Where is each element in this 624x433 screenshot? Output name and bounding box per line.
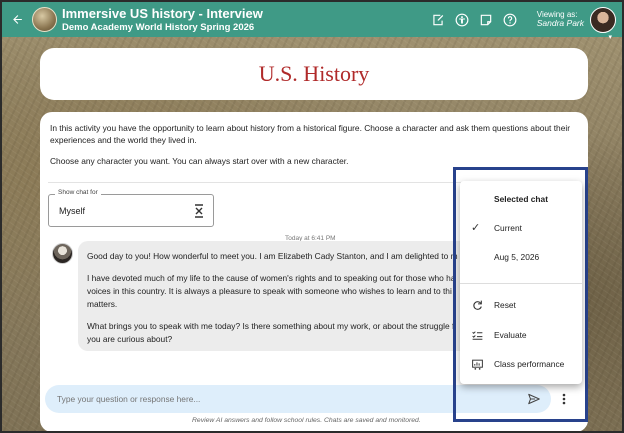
select-value: Myself (59, 206, 86, 216)
course-name: Demo Academy World History Spring 2026 (62, 21, 255, 33)
menu-divider (460, 283, 582, 284)
menu-item-label: Reset (494, 300, 516, 310)
accessibility-icon (455, 13, 469, 26)
unfold-icon (195, 204, 203, 218)
character-avatar (52, 243, 73, 264)
viewing-as: Viewing as: Sandra Park (537, 10, 584, 29)
viewing-as-name: Sandra Park (536, 18, 584, 29)
sticky-note-icon (480, 14, 491, 25)
message-line: I have devoted much of my life to the ca… (87, 273, 456, 283)
disclaimer: Review AI answers and follow school rule… (192, 417, 421, 424)
menu-item-label: Aug 5, 2026 (494, 252, 540, 262)
message-line: voices in this country. It is always a p… (87, 286, 452, 296)
menu-item-reset[interactable]: Reset (460, 295, 582, 317)
top-bar: Immersive US history - Interview Demo Ac… (2, 2, 622, 41)
check-icon: ✓ (471, 222, 481, 234)
select-legend: Show chat for (55, 189, 101, 196)
menu-item-aug-5[interactable]: Aug 5, 2026 (460, 247, 582, 269)
show-chat-for-select[interactable]: Show chat for Myself (48, 189, 214, 227)
intro-paragraph: Choose any character you want. You can a… (50, 156, 349, 167)
reset-icon (473, 300, 482, 310)
chat-message-bubble: Good day to you! How wonderful to meet y… (78, 241, 472, 351)
menu-item-evaluate[interactable]: Evaluate (460, 325, 582, 347)
menu-item-label: Current (494, 223, 522, 233)
app-frame: Immersive US history - Interview Demo Ac… (0, 0, 624, 433)
page-title: U.S. History (258, 61, 370, 86)
back-button[interactable] (2, 2, 32, 37)
app-title: Immersive US history - Interview (62, 6, 263, 21)
header-actions (431, 13, 517, 27)
selected-chat-menu: Selected chat ✓ Current Aug 5, 2026 Rese… (460, 181, 582, 384)
course-avatar (32, 7, 57, 32)
menu-item-current[interactable]: ✓ Current (460, 218, 582, 240)
chat-input[interactable] (57, 394, 497, 404)
sticky-note-button[interactable] (479, 13, 493, 27)
help-icon (503, 13, 517, 26)
intro-text: In this activity you have the opportunit… (50, 122, 580, 168)
arrow-left-icon (12, 15, 22, 24)
message-line: What brings you to speak with me today? … (87, 321, 455, 331)
message-line: Good day to you! How wonderful to meet y… (87, 251, 458, 261)
header-titles: Immersive US history - Interview Demo Ac… (62, 6, 431, 33)
menu-item-label: Evaluate (494, 330, 527, 340)
intro-paragraph: In this activity you have the opportunit… (50, 123, 570, 146)
title-card: U.S. History (40, 48, 588, 100)
user-avatar[interactable]: ▾ (590, 6, 616, 41)
menu-item-label: Class performance (494, 359, 565, 369)
help-button[interactable] (503, 13, 517, 27)
message-line: you are curious about? (87, 334, 173, 344)
class-performance-icon (472, 359, 483, 370)
menu-item-class-performance[interactable]: Class performance (460, 354, 582, 376)
checklist-icon (472, 331, 483, 340)
edit-note-icon (433, 14, 443, 25)
edit-note-button[interactable] (431, 13, 445, 27)
caret-down-icon: ▾ (608, 33, 612, 41)
menu-header: Selected chat (494, 194, 548, 204)
accessibility-button[interactable] (455, 13, 469, 27)
message-line: matters. (87, 299, 118, 309)
